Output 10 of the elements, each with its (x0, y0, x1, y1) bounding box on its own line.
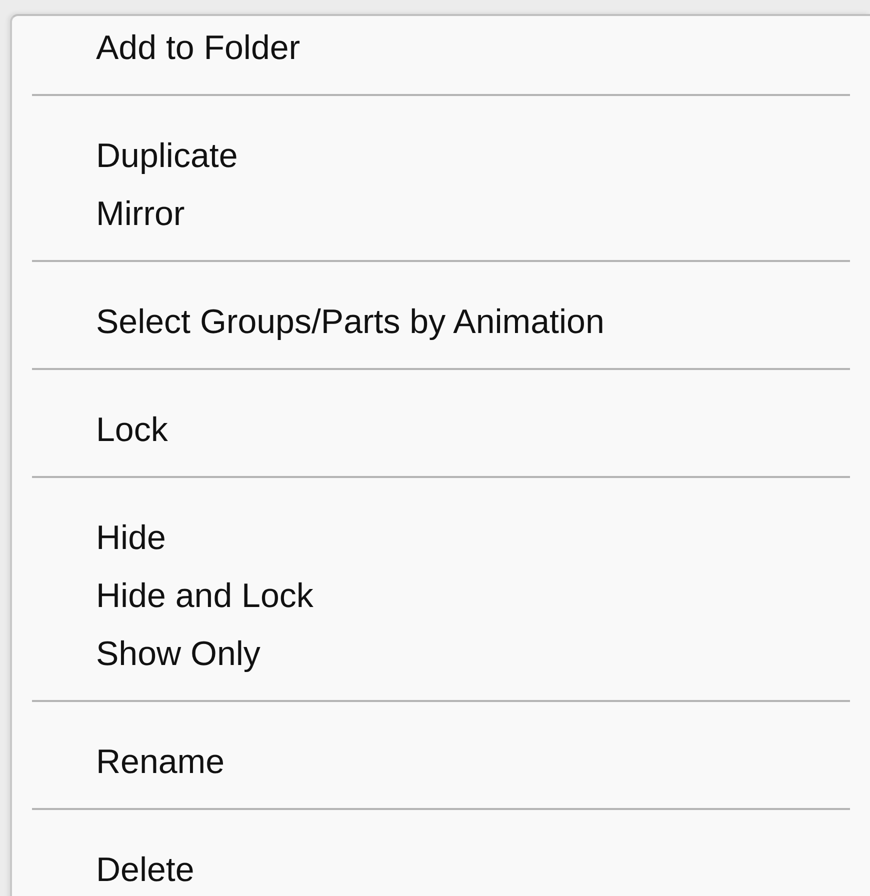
menu-item[interactable]: Duplicate (96, 136, 238, 176)
menu-item[interactable]: Show Only (96, 634, 260, 674)
menu-item[interactable]: Mirror (96, 194, 185, 234)
menu-item[interactable]: Hide (96, 518, 166, 558)
menu-item[interactable]: Delete (96, 850, 194, 890)
menu-item[interactable]: Add to Folder (96, 28, 300, 68)
menu-item[interactable]: Select Groups/Parts by Animation (96, 302, 604, 342)
menu-item[interactable]: Lock (96, 410, 168, 450)
menu-item[interactable]: Hide and Lock (96, 576, 314, 616)
menu-item[interactable]: Rename (96, 742, 225, 782)
